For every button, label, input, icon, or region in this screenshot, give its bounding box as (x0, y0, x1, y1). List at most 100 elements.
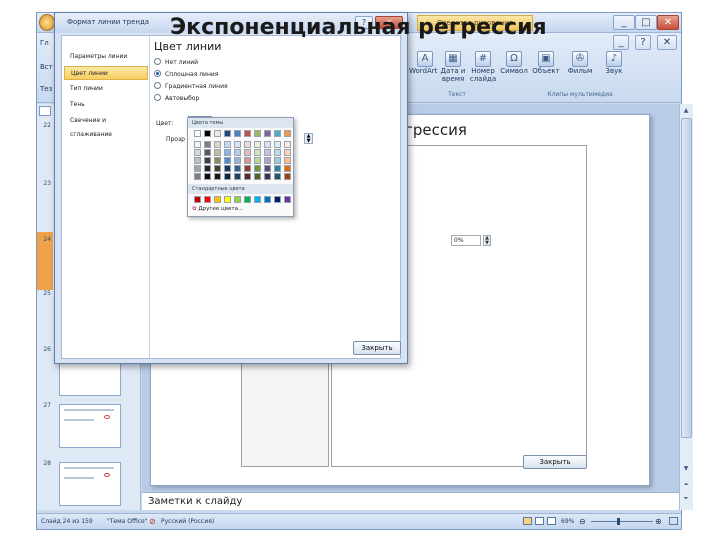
theme-shade-swatch[interactable] (234, 141, 241, 148)
nav-item-line-style[interactable]: Тип линии (64, 82, 148, 96)
radio-no-line[interactable]: Нет линий (154, 58, 198, 68)
zoom-slider[interactable] (591, 521, 653, 522)
slides-panel-tab-icon[interactable] (39, 106, 51, 116)
theme-shade-swatch[interactable] (224, 173, 231, 180)
zoom-slider-thumb[interactable] (617, 518, 620, 525)
status-language[interactable]: Русский (Россия) (161, 514, 214, 529)
nav-item-line-color[interactable]: Цвет линии (64, 66, 148, 80)
theme-shade-swatch[interactable] (234, 157, 241, 164)
radio-button[interactable] (154, 58, 161, 65)
theme-shade-swatch[interactable] (224, 141, 231, 148)
theme-color-swatch[interactable] (194, 130, 201, 137)
ribbon-button-symbol[interactable]: Ω Символ (499, 51, 529, 75)
theme-shade-swatch[interactable] (224, 149, 231, 156)
theme-shade-swatch[interactable] (224, 165, 231, 172)
standard-color-swatch[interactable] (284, 196, 291, 203)
theme-color-swatch[interactable] (274, 130, 281, 137)
theme-shade-swatch[interactable] (194, 149, 201, 156)
previous-slide-icon[interactable]: ⏶ (680, 480, 692, 490)
radio-button-selected[interactable] (154, 70, 161, 77)
theme-shade-swatch[interactable] (214, 149, 221, 156)
theme-shade-swatch[interactable] (194, 141, 201, 148)
theme-shade-swatch[interactable] (264, 149, 271, 156)
theme-shade-swatch[interactable] (234, 149, 241, 156)
theme-shade-swatch[interactable] (284, 165, 291, 172)
theme-shade-swatch[interactable] (234, 173, 241, 180)
vertical-scrollbar[interactable]: ▲ ▼ ⏶ ⏷ (679, 104, 693, 510)
theme-shade-swatch[interactable] (224, 157, 231, 164)
theme-color-swatch[interactable] (234, 130, 241, 137)
theme-shade-swatch[interactable] (234, 165, 241, 172)
theme-shade-swatch[interactable] (274, 173, 281, 180)
theme-shade-swatch[interactable] (244, 173, 251, 180)
theme-shade-swatch[interactable] (214, 141, 221, 148)
theme-shade-swatch[interactable] (284, 149, 291, 156)
theme-shade-swatch[interactable] (254, 165, 261, 172)
standard-color-swatch[interactable] (224, 196, 231, 203)
theme-shade-swatch[interactable] (274, 149, 281, 156)
radio-solid-line[interactable]: Сплошная линия (154, 70, 218, 80)
ribbon-button-date-time[interactable]: ▦ Дата и время (439, 51, 467, 83)
theme-shade-swatch[interactable] (244, 165, 251, 172)
percent-field[interactable]: 0% (451, 235, 481, 246)
theme-shade-swatch[interactable] (244, 149, 251, 156)
maximize-icon[interactable]: □ (635, 15, 657, 30)
theme-shade-swatch[interactable] (274, 165, 281, 172)
theme-shade-swatch[interactable] (274, 141, 281, 148)
percent-spinner-icon[interactable]: ▲ ▼ (483, 235, 491, 246)
next-slide-icon[interactable]: ⏷ (680, 494, 692, 504)
theme-shade-swatch[interactable] (264, 157, 271, 164)
scrollbar-thumb[interactable] (681, 118, 692, 438)
theme-shade-swatch[interactable] (214, 165, 221, 172)
standard-color-swatch[interactable] (254, 196, 261, 203)
theme-color-swatch[interactable] (264, 130, 271, 137)
ribbon-tab-insert[interactable]: Вст (40, 63, 53, 71)
theme-shade-swatch[interactable] (244, 157, 251, 164)
theme-shade-swatch[interactable] (264, 165, 271, 172)
transparency-spinner-icon[interactable]: ▲ ▼ (304, 133, 313, 144)
theme-shade-swatch[interactable] (194, 173, 201, 180)
nav-item-glow-soft-edges[interactable]: Свечение и сглаживание (64, 114, 148, 138)
minimize-icon[interactable]: _ (613, 15, 635, 30)
standard-color-swatch[interactable] (234, 196, 241, 203)
slide-thumbnail[interactable] (59, 462, 121, 506)
ribbon-tab-home[interactable]: Гл (40, 39, 49, 47)
theme-shade-swatch[interactable] (214, 157, 221, 164)
ribbon-button-sound[interactable]: ♪ Звук (599, 51, 629, 75)
scroll-up-icon[interactable]: ▲ (680, 106, 692, 116)
standard-color-swatch[interactable] (204, 196, 211, 203)
status-zoom[interactable]: 69% (561, 514, 574, 529)
standard-color-swatch[interactable] (264, 196, 271, 203)
nav-item-trendline-options[interactable]: Параметры линии тренда (64, 50, 148, 74)
theme-shade-swatch[interactable] (274, 157, 281, 164)
theme-shade-swatch[interactable] (204, 157, 211, 164)
theme-shade-swatch[interactable] (284, 173, 291, 180)
ribbon-help-icon[interactable]: ? (635, 35, 651, 50)
radio-gradient-line[interactable]: Градиентная линия (154, 82, 228, 92)
normal-view-icon[interactable] (523, 517, 532, 525)
theme-color-swatch[interactable] (284, 130, 291, 137)
theme-shade-swatch[interactable] (264, 141, 271, 148)
office-button-icon[interactable] (39, 14, 55, 31)
theme-shade-swatch[interactable] (204, 141, 211, 148)
ribbon-button-wordart[interactable]: A WordArt (409, 51, 437, 75)
radio-button[interactable] (154, 82, 161, 89)
notes-pane[interactable]: Заметки к слайду (142, 492, 679, 510)
dialog-close-button[interactable]: Закрыть (353, 341, 401, 355)
slideshow-view-icon[interactable] (547, 517, 556, 525)
scroll-down-icon[interactable]: ▼ (680, 464, 692, 474)
theme-shade-swatch[interactable] (264, 173, 271, 180)
ribbon-button-movie[interactable]: ✇ Фильм (565, 51, 595, 75)
theme-shade-swatch[interactable] (254, 157, 261, 164)
zoom-out-icon[interactable]: ⊖ (579, 514, 586, 529)
slide-sorter-view-icon[interactable] (535, 517, 544, 525)
more-colors-option[interactable]: ✿ Другие цвета... (192, 206, 243, 212)
ribbon-button-object[interactable]: ▣ Объект (531, 51, 561, 75)
nav-item-shadow[interactable]: Тень (64, 98, 148, 112)
spellcheck-icon[interactable]: ⊘ (149, 514, 156, 529)
standard-color-swatch[interactable] (274, 196, 281, 203)
theme-shade-swatch[interactable] (194, 165, 201, 172)
theme-shade-swatch[interactable] (194, 157, 201, 164)
theme-shade-swatch[interactable] (244, 141, 251, 148)
fit-to-window-icon[interactable] (669, 517, 678, 525)
